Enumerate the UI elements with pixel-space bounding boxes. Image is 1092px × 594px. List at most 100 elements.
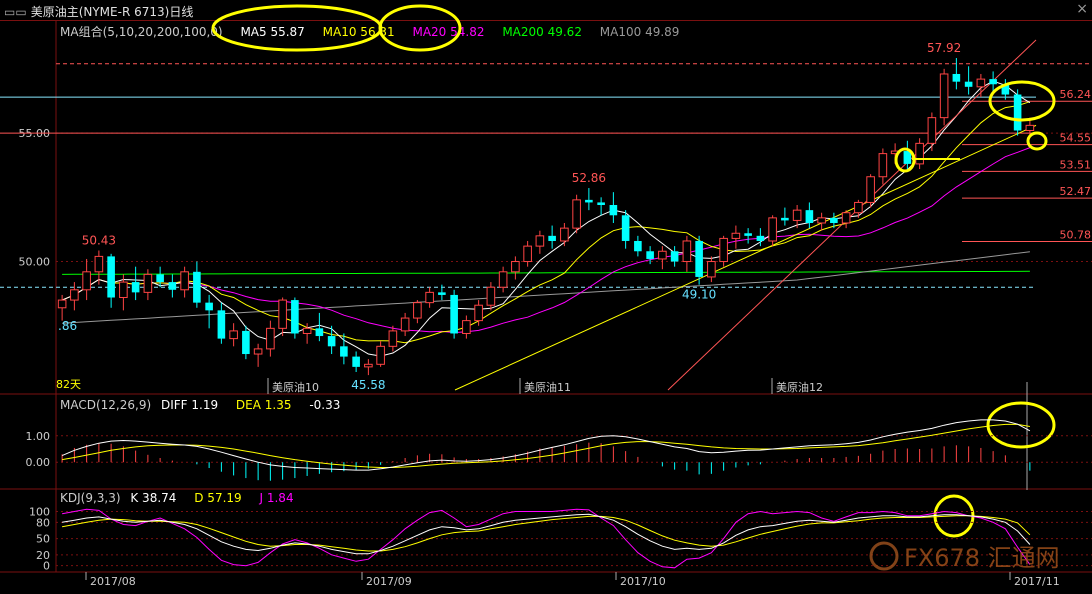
candle-body-up (792, 209, 802, 221)
price-extreme-label: 49.10 (682, 288, 716, 302)
candle-body-down (744, 233, 752, 236)
watermark-logo-icon (869, 541, 899, 571)
annot-circle-price-low (1026, 131, 1048, 151)
legend-ma-group: MA组合(5,10,20,200,100,0) (60, 25, 223, 39)
candle-body-up (119, 281, 128, 299)
days-count-label: 82天 (56, 378, 81, 391)
kdj-y-tick-label: 50 (36, 533, 50, 546)
main-legend: MA组合(5,10,20,200,100,0) MA5 55.87 MA10 5… (60, 23, 693, 40)
ma20-line (61, 147, 1031, 334)
candle-body-down (1001, 84, 1010, 95)
kdj-k-line (62, 513, 1031, 555)
title-bar: ▭▭ 美原油主(NYME-R 6713)日线 × (0, 0, 1092, 21)
contract-label: 美原油11 (524, 380, 571, 394)
candle-body-down (597, 202, 605, 206)
ma200-line (62, 270, 1030, 275)
candle-body-up (474, 304, 483, 322)
macd-legend: MACD(12,26,9) DIFF 1.19 DEA 1.35 -0.33 (60, 398, 354, 412)
candle-body-up (572, 199, 581, 229)
chart-title: ▭▭ 美原油主(NYME-R 6713)日线 (4, 3, 193, 20)
candle-body-down (609, 205, 618, 216)
fib-level-label: 56.24 (1060, 88, 1092, 101)
candle-body-up (854, 201, 863, 214)
candle-body-down (315, 328, 324, 337)
trendline-steep (667, 39, 1037, 391)
legend-kdj-d: D 57.19 (194, 491, 242, 505)
candle-body-down (756, 235, 765, 241)
macd-y-tick-label: 0.00 (26, 456, 51, 469)
candle-body-down (156, 274, 164, 283)
candle-body-up (57, 299, 67, 309)
fib-level-label: 50.78 (1060, 228, 1092, 241)
fib-level-label: 53.51 (1060, 158, 1092, 171)
candle-body-down (634, 240, 642, 252)
candle-body-down (352, 356, 360, 367)
candle-body-up (682, 240, 692, 263)
candle-body-down (952, 73, 961, 82)
close-icon[interactable]: × (1076, 1, 1088, 17)
candle-body-down (670, 251, 679, 262)
chart-title-icon: ▭▭ (4, 5, 27, 19)
candle-body-down (217, 310, 226, 339)
candle-body-up (486, 286, 496, 306)
kdj-y-tick-label: 80 (36, 516, 50, 529)
left-cut-label: .86 (58, 319, 77, 333)
candle-body-down (646, 251, 654, 259)
legend-kdj-name: KDJ(9,3,3) (60, 491, 121, 505)
candle-body-down (205, 302, 213, 311)
legend-ma5: MA5 55.87 (240, 25, 305, 39)
candle-body-down (340, 346, 348, 357)
contract-label: 美原油12 (776, 380, 823, 394)
annot-circle-left (894, 147, 916, 173)
candle-body-up (266, 327, 275, 350)
trendline-support (454, 124, 1037, 391)
ma100-line (62, 251, 1030, 324)
legend-kdj-j: J 1.84 (259, 491, 294, 505)
candle-body-up (364, 363, 373, 368)
candle-body-up (719, 237, 728, 263)
candle-body-up (302, 327, 312, 334)
price-extreme-label: 57.92 (927, 41, 961, 55)
legend-ma10: MA10 56.31 (322, 25, 395, 39)
watermark-text: FX678 汇通网 (904, 544, 1060, 572)
candle-body-up (939, 73, 949, 119)
legend-macd-diff: DIFF 1.19 (160, 398, 219, 412)
annot-circle-kdj (933, 494, 975, 538)
candle-body-up (413, 302, 422, 319)
macd-dea-line (62, 423, 1030, 468)
candle-body-down (695, 240, 703, 277)
kdj-y-tick-label: 20 (36, 549, 50, 562)
candle-body-down (989, 79, 997, 85)
candle-body-up (462, 320, 471, 334)
legend-kdj-k: K 38.74 (130, 491, 177, 505)
candle-body-up (768, 217, 777, 242)
kdj-y-tick-label: 100 (29, 506, 50, 519)
candle-body-up (425, 291, 434, 304)
candle-body-down (548, 235, 556, 241)
kdj-y-tick-label: 0 (43, 560, 50, 573)
candle-body-up (658, 250, 667, 260)
candle-body-up (253, 348, 263, 355)
candle-body-down (168, 282, 177, 290)
candle-body-down (438, 292, 446, 295)
candle-body-down (781, 217, 789, 221)
candle-body-up (376, 345, 385, 365)
chart-title-text: 美原油主(NYME-R 6713)日线 (30, 5, 194, 19)
legend-macd-value: -0.33 (309, 398, 341, 412)
kdj-legend: KDJ(9,3,3) K 38.74 D 57.19 J 1.84 (60, 491, 308, 505)
price-extreme-label: 45.58 (351, 378, 385, 392)
date-label: 2017/11 (1014, 575, 1060, 588)
candle-body-up (927, 117, 937, 144)
candle-body-up (878, 153, 888, 178)
kdj-j-line (62, 508, 1031, 569)
date-label: 2017/10 (620, 575, 666, 588)
candle-body-up (498, 271, 508, 288)
contract-label: 美原油10 (272, 380, 319, 394)
candle-body-up (560, 227, 569, 242)
candle-body-down (903, 151, 912, 164)
candle-body-down (805, 210, 814, 223)
candle-body-up (1025, 124, 1035, 131)
candle-body-down (131, 282, 140, 293)
candle-body-up (388, 330, 398, 347)
main-y-tick-label: 55.00 (19, 127, 51, 140)
